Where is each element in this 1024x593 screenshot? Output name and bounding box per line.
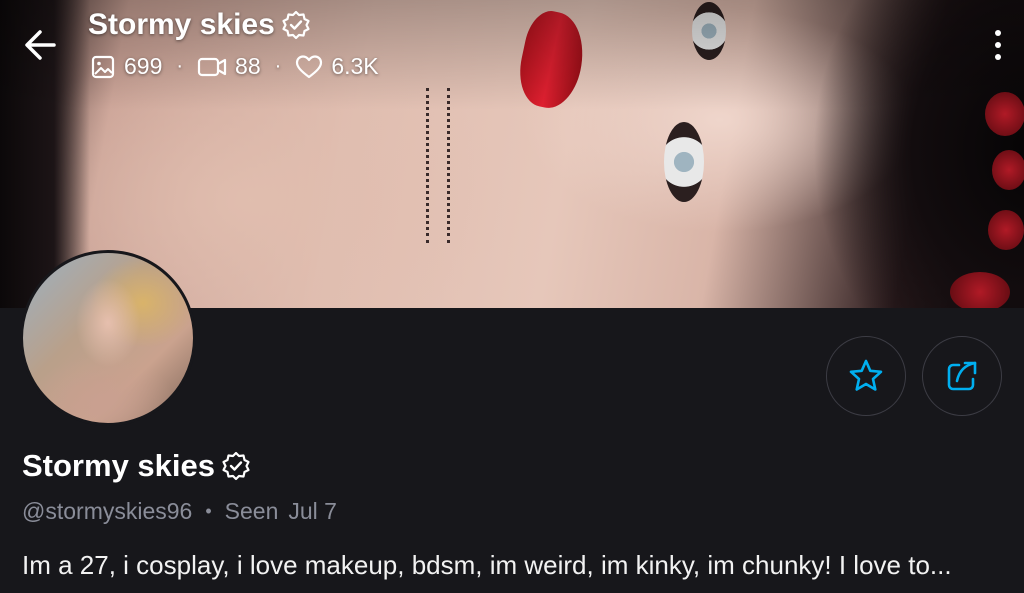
stat-photos: 699 — [90, 53, 162, 80]
stat-separator: · — [176, 55, 184, 77]
share-icon — [947, 361, 977, 391]
stat-photos-count: 699 — [124, 53, 163, 79]
share-button[interactable] — [922, 336, 1002, 416]
cover-eye-bottom — [664, 122, 704, 202]
favorite-button[interactable] — [826, 336, 906, 416]
stat-likes-count: 6.3K — [331, 53, 379, 79]
back-button[interactable] — [18, 22, 64, 68]
cover-rose-2 — [992, 150, 1024, 190]
last-seen-label: Seen — [224, 498, 279, 524]
profile-meta: @stormyskies96 • Seen Jul 7 — [22, 498, 337, 525]
arrow-left-icon — [25, 30, 56, 60]
stat-separator: · — [274, 55, 282, 77]
header-title: Stormy skies — [88, 8, 311, 42]
profile-handle: @stormyskies96 — [22, 498, 193, 524]
stat-likes: 6.3K — [295, 53, 379, 80]
avatar[interactable] — [20, 250, 196, 426]
verified-badge-icon — [282, 10, 310, 40]
cover-rose-3 — [988, 210, 1024, 250]
header-stats: 699 · 88 · 6.3K — [90, 53, 379, 80]
star-icon — [849, 359, 883, 391]
top-bar: Stormy skies 699 · 88 · 6.3K — [0, 0, 1024, 100]
stat-videos: 88 — [197, 53, 261, 80]
stat-videos-count: 88 — [235, 53, 261, 79]
header-title-text: Stormy skies — [88, 8, 275, 41]
cover-choker — [426, 88, 450, 243]
profile-name-text: Stormy skies — [22, 448, 215, 483]
verified-badge-icon — [222, 451, 250, 481]
meta-separator: • — [205, 501, 212, 521]
more-options-button[interactable] — [990, 28, 1006, 62]
cover-rose-4 — [950, 272, 1010, 308]
profile-bio[interactable]: Im a 27, i cosplay, i love makeup, bdsm,… — [22, 550, 1012, 581]
video-camera-icon — [197, 57, 227, 76]
more-vertical-icon — [995, 30, 1001, 60]
last-seen-date: Jul 7 — [288, 498, 337, 524]
heart-icon — [296, 54, 323, 78]
profile-name: Stormy skies — [22, 448, 251, 484]
image-icon — [91, 55, 115, 78]
